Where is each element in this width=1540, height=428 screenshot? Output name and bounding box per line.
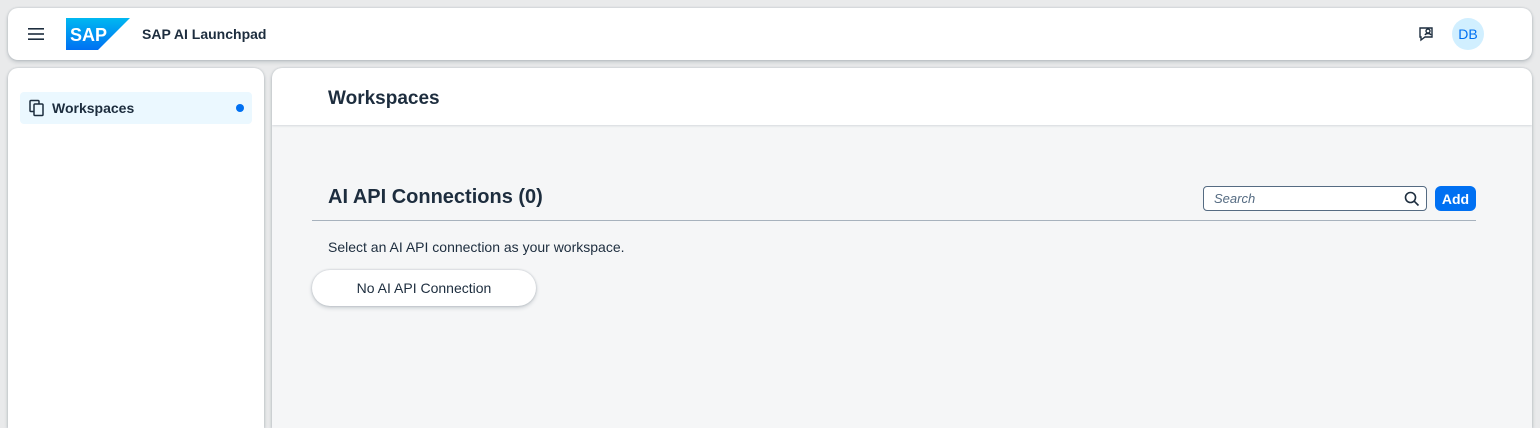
- sidebar-item-label: Workspaces: [52, 100, 135, 116]
- sap-logo[interactable]: SAP: [66, 18, 130, 50]
- svg-text:SAP: SAP: [70, 25, 107, 45]
- no-connection-item[interactable]: No AI API Connection: [312, 270, 536, 306]
- user-avatar[interactable]: DB: [1452, 18, 1484, 50]
- sidebar-item-workspaces[interactable]: Workspaces: [20, 92, 252, 124]
- section-divider: [312, 220, 1476, 221]
- search-icon[interactable]: [1404, 191, 1420, 207]
- search-field[interactable]: [1203, 186, 1427, 211]
- section-title: AI API Connections (0): [328, 186, 543, 208]
- page-header: Workspaces: [272, 68, 1532, 125]
- side-navigation: Workspaces: [8, 68, 264, 428]
- search-input[interactable]: [1204, 187, 1394, 210]
- shell-bar: SAP SAP AI Launchpad DB: [8, 8, 1532, 60]
- main-content: Workspaces AI API Connections (0) Add Se…: [272, 68, 1532, 428]
- app-title: SAP AI Launchpad: [142, 26, 267, 42]
- menu-icon[interactable]: [24, 22, 48, 46]
- page-title: Workspaces: [328, 88, 440, 109]
- copy-icon: [28, 99, 46, 117]
- selected-indicator: [236, 104, 244, 112]
- section-description: Select an AI API connection as your work…: [328, 239, 625, 255]
- feedback-icon[interactable]: [1414, 22, 1438, 46]
- add-button[interactable]: Add: [1435, 186, 1476, 211]
